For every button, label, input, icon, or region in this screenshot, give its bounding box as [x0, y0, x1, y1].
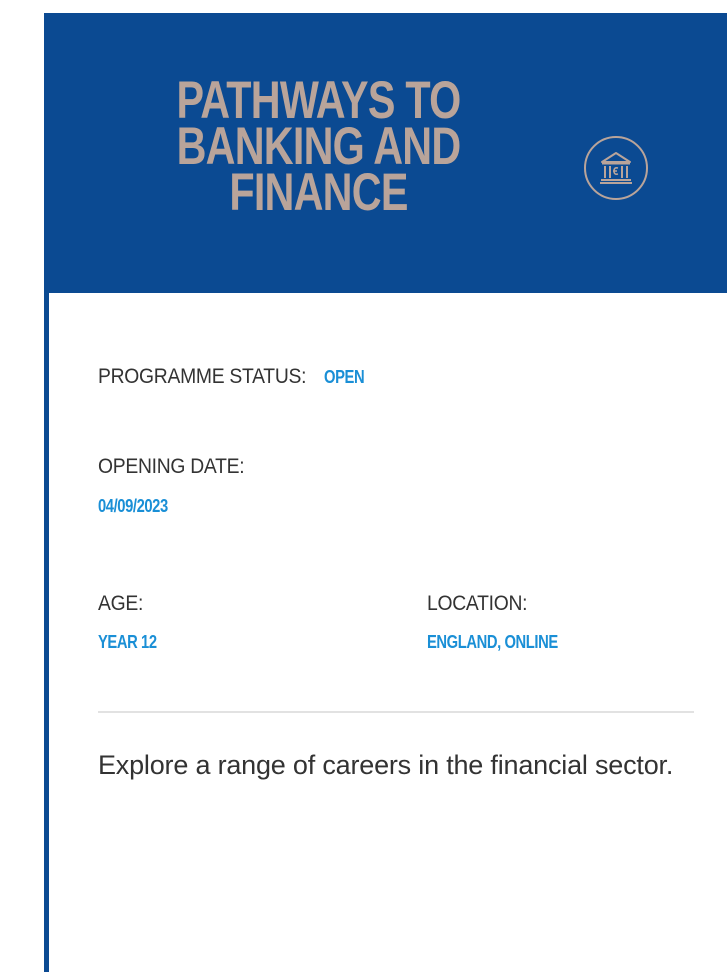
divider	[98, 711, 694, 713]
bank-icon	[584, 136, 648, 200]
opening-date-label: OPENING DATE:	[98, 455, 245, 478]
card-header: PATHWAYS TO BANKING AND FINANCE	[44, 13, 727, 293]
age-label: AGE:	[98, 592, 144, 615]
location-label: LOCATION:	[427, 592, 528, 615]
programme-card[interactable]: PATHWAYS TO BANKING AND FINANCE PROGRAMM…	[44, 13, 727, 972]
location-value: ENGLAND, ONLINE	[427, 632, 558, 652]
programme-description: Explore a range of careers in the financ…	[98, 750, 674, 780]
status-label: PROGRAMME STATUS:	[98, 365, 307, 388]
page: PATHWAYS TO BANKING AND FINANCE PROGRAMM…	[0, 0, 727, 972]
programme-status: PROGRAMME STATUS: OPEN	[98, 365, 373, 389]
status-value: OPEN	[324, 367, 365, 387]
age-value: YEAR 12	[98, 632, 157, 652]
opening-date-value: 04/09/2023	[98, 496, 168, 516]
card-title[interactable]: PATHWAYS TO BANKING AND FINANCE	[176, 74, 462, 219]
